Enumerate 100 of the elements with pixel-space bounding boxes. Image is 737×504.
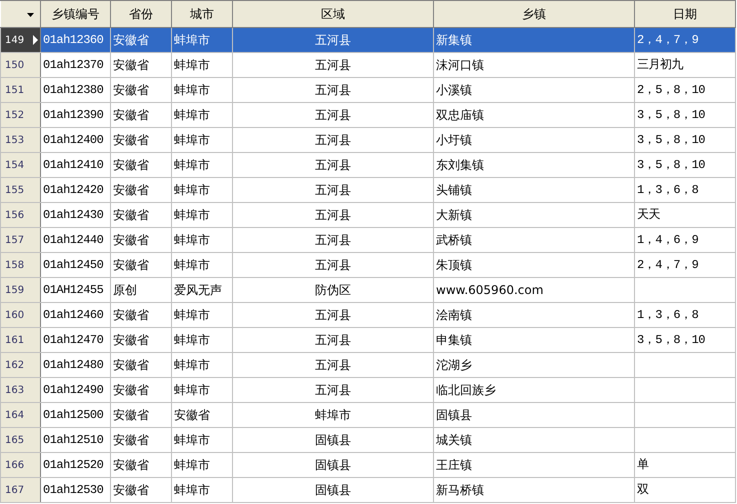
row-number: 155 (5, 184, 24, 198)
table-cell: 安徽省 (113, 408, 149, 422)
table-cell: 五河县 (315, 383, 351, 397)
table-cell: 2，4，7，9 (637, 33, 698, 47)
table-cell: 安徽省 (113, 333, 149, 347)
table-cell: 01ah12500 (43, 408, 104, 422)
row-number: 160 (5, 308, 24, 322)
row-number: 150 (5, 58, 24, 72)
table-cell: 安徽省 (113, 158, 149, 172)
table-cell: 01ah12530 (43, 483, 104, 497)
row-number: 164 (5, 408, 24, 422)
column-header[interactable]: 区域 (232, 0, 434, 28)
table-cell: 五河县 (315, 158, 351, 172)
table-cell: 小溪镇 (436, 83, 472, 97)
table-cell: 固镇县 (315, 458, 351, 472)
row-number: 167 (5, 484, 24, 498)
column-header[interactable]: 乡镇 (434, 0, 634, 28)
row-header[interactable]: 163 (0, 378, 40, 402)
row-header[interactable]: 164 (0, 402, 40, 428)
table-cell: 东刘集镇 (436, 158, 484, 172)
table-cell: 五河县 (315, 358, 351, 372)
table-cell: 安徽省 (113, 383, 149, 397)
table-cell: 安徽省 (113, 108, 149, 122)
table-cell: 蚌埠市 (174, 258, 210, 272)
row-header[interactable]: 160 (0, 302, 40, 328)
table-cell: 蚌埠市 (174, 108, 210, 122)
column-header[interactable]: 省份 (110, 0, 172, 28)
table-cell: 城关镇 (436, 433, 472, 447)
row-number: 161 (5, 334, 24, 348)
row-header[interactable]: 151 (0, 78, 40, 102)
row-header[interactable]: 153 (0, 128, 40, 152)
table-cell: 固镇县 (315, 433, 351, 447)
table-cell: 三月初九 (637, 58, 683, 72)
row-number: 159 (5, 284, 24, 298)
table-cell: 蚌埠市 (174, 183, 210, 197)
row-header[interactable]: 156 (0, 202, 40, 228)
table-cell: 01ah12390 (43, 108, 104, 122)
table-cell: 3，5，8，10 (637, 333, 706, 347)
table-cell: 2，5，8，10 (637, 83, 706, 97)
table-cell: 双 (637, 483, 648, 497)
table-cell: www.605960.com (436, 283, 544, 297)
column-header[interactable]: 日期 (634, 0, 736, 28)
table-cell: 蚌埠市 (174, 308, 210, 322)
table-cell: 01ah12370 (43, 58, 104, 72)
table-cell: 五河县 (315, 83, 351, 97)
row-number: 165 (5, 434, 24, 448)
row-header[interactable]: 154 (0, 152, 40, 178)
row-header[interactable]: 157 (0, 228, 40, 252)
column-header[interactable]: 乡镇编号 (40, 0, 110, 28)
table-cell: 蚌埠市 (174, 208, 210, 222)
row-number: 149 (5, 34, 24, 48)
row-header[interactable]: 155 (0, 178, 40, 202)
table-cell: 五河县 (315, 233, 351, 247)
row-header[interactable]: 161 (0, 328, 40, 352)
table-cell: 安徽省 (113, 183, 149, 197)
table-cell: 01ah12470 (43, 333, 104, 347)
table-cell: 防伪区 (315, 283, 351, 297)
row-header[interactable]: 152 (0, 102, 40, 128)
table-cell: 01ah12410 (43, 158, 104, 172)
row-header[interactable]: 162 (0, 352, 40, 378)
table-cell: 五河县 (315, 133, 351, 147)
row-header[interactable]: 167 (0, 478, 40, 502)
row-header[interactable]: 159 (0, 278, 40, 302)
row-header[interactable]: 149 (0, 28, 40, 52)
table-cell: 安徽省 (113, 233, 149, 247)
table-cell: 头铺镇 (436, 183, 472, 197)
row-header[interactable]: 158 (0, 252, 40, 278)
row-number: 152 (5, 108, 24, 122)
table-cell: 01ah12450 (43, 258, 104, 272)
row-number: 151 (5, 84, 24, 98)
row-number: 156 (5, 208, 24, 222)
table-cell: 新马桥镇 (436, 483, 484, 497)
row-header[interactable]: 150 (0, 52, 40, 78)
dropdown-caret-icon[interactable] (27, 12, 34, 17)
table-cell: 01ah12400 (43, 133, 104, 147)
table-cell: 01ah12490 (43, 383, 104, 397)
table-cell: 朱顶镇 (436, 258, 472, 272)
table-cell: 沫河口镇 (436, 58, 484, 72)
column-header[interactable]: 城市 (172, 0, 232, 28)
row-header[interactable]: 165 (0, 428, 40, 452)
table-cell: 01ah12380 (43, 83, 104, 97)
table-cell: 蚌埠市 (174, 83, 210, 97)
table-cell: 蚌埠市 (174, 483, 210, 497)
table-cell: 安徽省 (113, 208, 149, 222)
row-number: 157 (5, 234, 24, 248)
table-cell: 蚌埠市 (174, 358, 210, 372)
row-header[interactable]: 166 (0, 452, 40, 478)
table-cell: 安徽省 (113, 358, 149, 372)
table-cell: 武桥镇 (436, 233, 472, 247)
table-cell: 五河县 (315, 308, 351, 322)
table-cell: 2，4，7，9 (637, 258, 698, 272)
table-cell: 浍南镇 (436, 308, 472, 322)
table-cell: 01ah12420 (43, 183, 104, 197)
table-cell: 五河县 (315, 333, 351, 347)
table-cell: 安徽省 (113, 483, 149, 497)
table-cell: 五河县 (315, 208, 351, 222)
table-cell: 五河县 (315, 108, 351, 122)
table-cell: 01ah12440 (43, 233, 104, 247)
table-cell: 小圩镇 (436, 133, 472, 147)
table-cell: 大新镇 (436, 208, 472, 222)
